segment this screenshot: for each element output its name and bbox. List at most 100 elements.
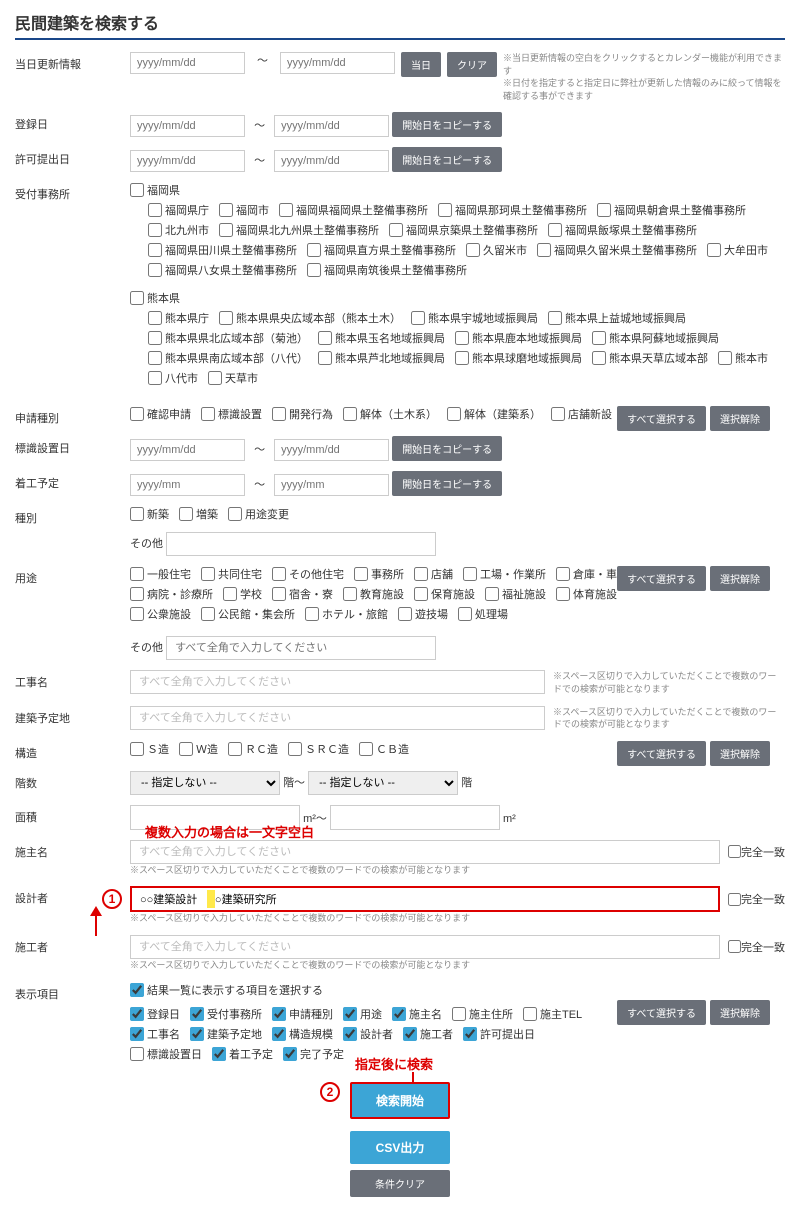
cb-use-1-4[interactable]: 保育施設 (414, 586, 475, 602)
cb-use-0-5[interactable]: 工場・作業所 (463, 566, 546, 582)
cb-use-1-3[interactable]: 教育施設 (343, 586, 404, 602)
cb-use-1-1[interactable]: 学校 (223, 586, 262, 602)
registered-from[interactable] (130, 115, 245, 137)
cond-clear-button[interactable]: 条件クリア (350, 1170, 450, 1197)
cb-use-1-5[interactable]: 福祉施設 (485, 586, 546, 602)
builder-input[interactable] (130, 935, 720, 959)
cb-use-2-0[interactable]: 公衆施設 (130, 606, 191, 622)
cb-kind-1[interactable]: 増築 (179, 506, 218, 522)
cb-kumamoto-12[interactable]: 熊本市 (718, 350, 768, 366)
cb-kumamoto-13[interactable]: 八代市 (148, 370, 198, 386)
cb-fukuoka-4[interactable]: 福岡県朝倉県土整備事務所 (597, 202, 746, 218)
copy-start-sign[interactable]: 開始日をコピーする (392, 436, 502, 461)
permit-to[interactable] (274, 150, 389, 172)
cb-fukuoka-9[interactable]: 福岡県田川県土整備事務所 (148, 242, 297, 258)
cb-kumamoto-9[interactable]: 熊本県芦北地域振興局 (318, 350, 445, 366)
cb-fukuoka-5[interactable]: 北九州市 (148, 222, 209, 238)
cb-kumamoto-5[interactable]: 熊本県玉名地域振興局 (318, 330, 445, 346)
cb-fukuoka-15[interactable]: 福岡県南筑後県土整備事務所 (307, 262, 467, 278)
cb-kumamoto-0[interactable]: 熊本県庁 (148, 310, 209, 326)
clear-button[interactable]: クリア (447, 52, 497, 77)
cb-kumamoto-8[interactable]: 熊本県県南広域本部（八代） (148, 350, 308, 366)
cb-structure-3[interactable]: ＳＲＣ造 (288, 741, 349, 757)
cb-use-1-2[interactable]: 宿舎・寮 (272, 586, 333, 602)
cb-kumamoto-11[interactable]: 熊本県天草広域本部 (592, 350, 708, 366)
cb-structure-0[interactable]: Ｓ造 (130, 741, 169, 757)
cb-display-12[interactable]: 許可提出日 (463, 1026, 535, 1042)
startdate-from[interactable] (130, 474, 245, 496)
cb-use-2-1[interactable]: 公民館・集会所 (201, 606, 295, 622)
signdate-to[interactable] (274, 439, 389, 461)
designer-input[interactable] (130, 886, 720, 912)
copy-start-registered[interactable]: 開始日をコピーする (392, 112, 502, 137)
deselect-display[interactable]: 選択解除 (710, 1000, 770, 1025)
cb-kumamoto-4[interactable]: 熊本県県北広域本部（菊池） (148, 330, 308, 346)
cb-fukuoka-2[interactable]: 福岡県福岡県土整備事務所 (279, 202, 428, 218)
cb-apptype-5[interactable]: 店舗新設 (551, 406, 612, 422)
cb-display-8[interactable]: 建築予定地 (190, 1026, 262, 1042)
cb-display-11[interactable]: 施工者 (403, 1026, 453, 1042)
cb-fukuoka-8[interactable]: 福岡県飯塚県土整備事務所 (548, 222, 697, 238)
update-from[interactable] (130, 52, 245, 74)
cb-display-7[interactable]: 工事名 (130, 1026, 180, 1042)
cb-fukuoka-0[interactable]: 福岡県庁 (148, 202, 209, 218)
cb-display-4[interactable]: 施主名 (392, 1006, 442, 1022)
cb-display-9[interactable]: 構造規模 (272, 1026, 333, 1042)
copy-start-permit[interactable]: 開始日をコピーする (392, 147, 502, 172)
cb-structure-2[interactable]: ＲＣ造 (228, 741, 278, 757)
startdate-to[interactable] (274, 474, 389, 496)
cb-apptype-0[interactable]: 確認申請 (130, 406, 191, 422)
copy-start-start[interactable]: 開始日をコピーする (392, 471, 502, 496)
cb-kumamoto-pref[interactable]: 熊本県 (130, 290, 180, 306)
selectall-apptype[interactable]: すべて選択する (617, 406, 706, 431)
cb-fukuoka-7[interactable]: 福岡県京築県土整備事務所 (389, 222, 538, 238)
signdate-from[interactable] (130, 439, 245, 461)
selectall-structure[interactable]: すべて選択する (617, 741, 706, 766)
update-to[interactable] (280, 52, 395, 74)
deselect-apptype[interactable]: 選択解除 (710, 406, 770, 431)
permit-from[interactable] (130, 150, 245, 172)
cb-display-1[interactable]: 受付事務所 (190, 1006, 262, 1022)
cb-fukuoka-3[interactable]: 福岡県那珂県土整備事務所 (438, 202, 587, 218)
cb-use-2-4[interactable]: 処理場 (458, 606, 508, 622)
registered-to[interactable] (274, 115, 389, 137)
selectall-display[interactable]: すべて選択する (617, 1000, 706, 1025)
cb-display-0[interactable]: 登録日 (130, 1006, 180, 1022)
cb-display-2[interactable]: 申請種別 (272, 1006, 333, 1022)
cb-fukuoka-13[interactable]: 大牟田市 (707, 242, 768, 258)
cb-kumamoto-3[interactable]: 熊本県上益城地域振興局 (548, 310, 686, 326)
deselect-use[interactable]: 選択解除 (710, 566, 770, 591)
cb-use-0-0[interactable]: 一般住宅 (130, 566, 191, 582)
owner-exact[interactable]: 完全一致 (728, 844, 785, 860)
cb-fukuoka-12[interactable]: 福岡県久留米県土整備事務所 (537, 242, 697, 258)
cb-use-0-2[interactable]: その他住宅 (272, 566, 344, 582)
area-to[interactable] (330, 805, 500, 830)
cb-use-2-3[interactable]: 遊技場 (398, 606, 448, 622)
cb-kumamoto-2[interactable]: 熊本県宇城地域振興局 (411, 310, 538, 326)
cb-kumamoto-10[interactable]: 熊本県球磨地域振興局 (455, 350, 582, 366)
selectall-use[interactable]: すべて選択する (617, 566, 706, 591)
use-other-input[interactable] (166, 636, 436, 660)
cb-fukuoka-10[interactable]: 福岡県直方県土整備事務所 (307, 242, 456, 258)
cb-structure-4[interactable]: ＣＢ造 (359, 741, 409, 757)
deselect-structure[interactable]: 選択解除 (710, 741, 770, 766)
cb-fukuoka-1[interactable]: 福岡市 (219, 202, 269, 218)
cb-apptype-4[interactable]: 解体（建築系） (447, 406, 541, 422)
cb-kind-0[interactable]: 新築 (130, 506, 169, 522)
cb-apptype-2[interactable]: 開発行為 (272, 406, 333, 422)
today-button[interactable]: 当日 (401, 52, 441, 77)
cb-display-5[interactable]: 施主住所 (452, 1006, 513, 1022)
cb-kumamoto-14[interactable]: 天草市 (208, 370, 258, 386)
cb-use-1-0[interactable]: 病院・診療所 (130, 586, 213, 602)
cb-fukuoka-14[interactable]: 福岡県八女県土整備事務所 (148, 262, 297, 278)
search-button[interactable]: 検索開始 (350, 1082, 450, 1119)
cb-structure-1[interactable]: Ｗ造 (179, 741, 218, 757)
workname-input[interactable] (130, 670, 545, 694)
floor-to[interactable]: -- 指定しない -- (308, 771, 458, 795)
cb-use-2-2[interactable]: ホテル・旅館 (305, 606, 388, 622)
cb-display-10[interactable]: 設計者 (343, 1026, 393, 1042)
floor-from[interactable]: -- 指定しない -- (130, 771, 280, 795)
cb-fukuoka-6[interactable]: 福岡県北九州県土整備事務所 (219, 222, 379, 238)
cb-display-13[interactable]: 標識設置日 (130, 1046, 202, 1062)
csv-button[interactable]: CSV出力 (350, 1131, 450, 1164)
